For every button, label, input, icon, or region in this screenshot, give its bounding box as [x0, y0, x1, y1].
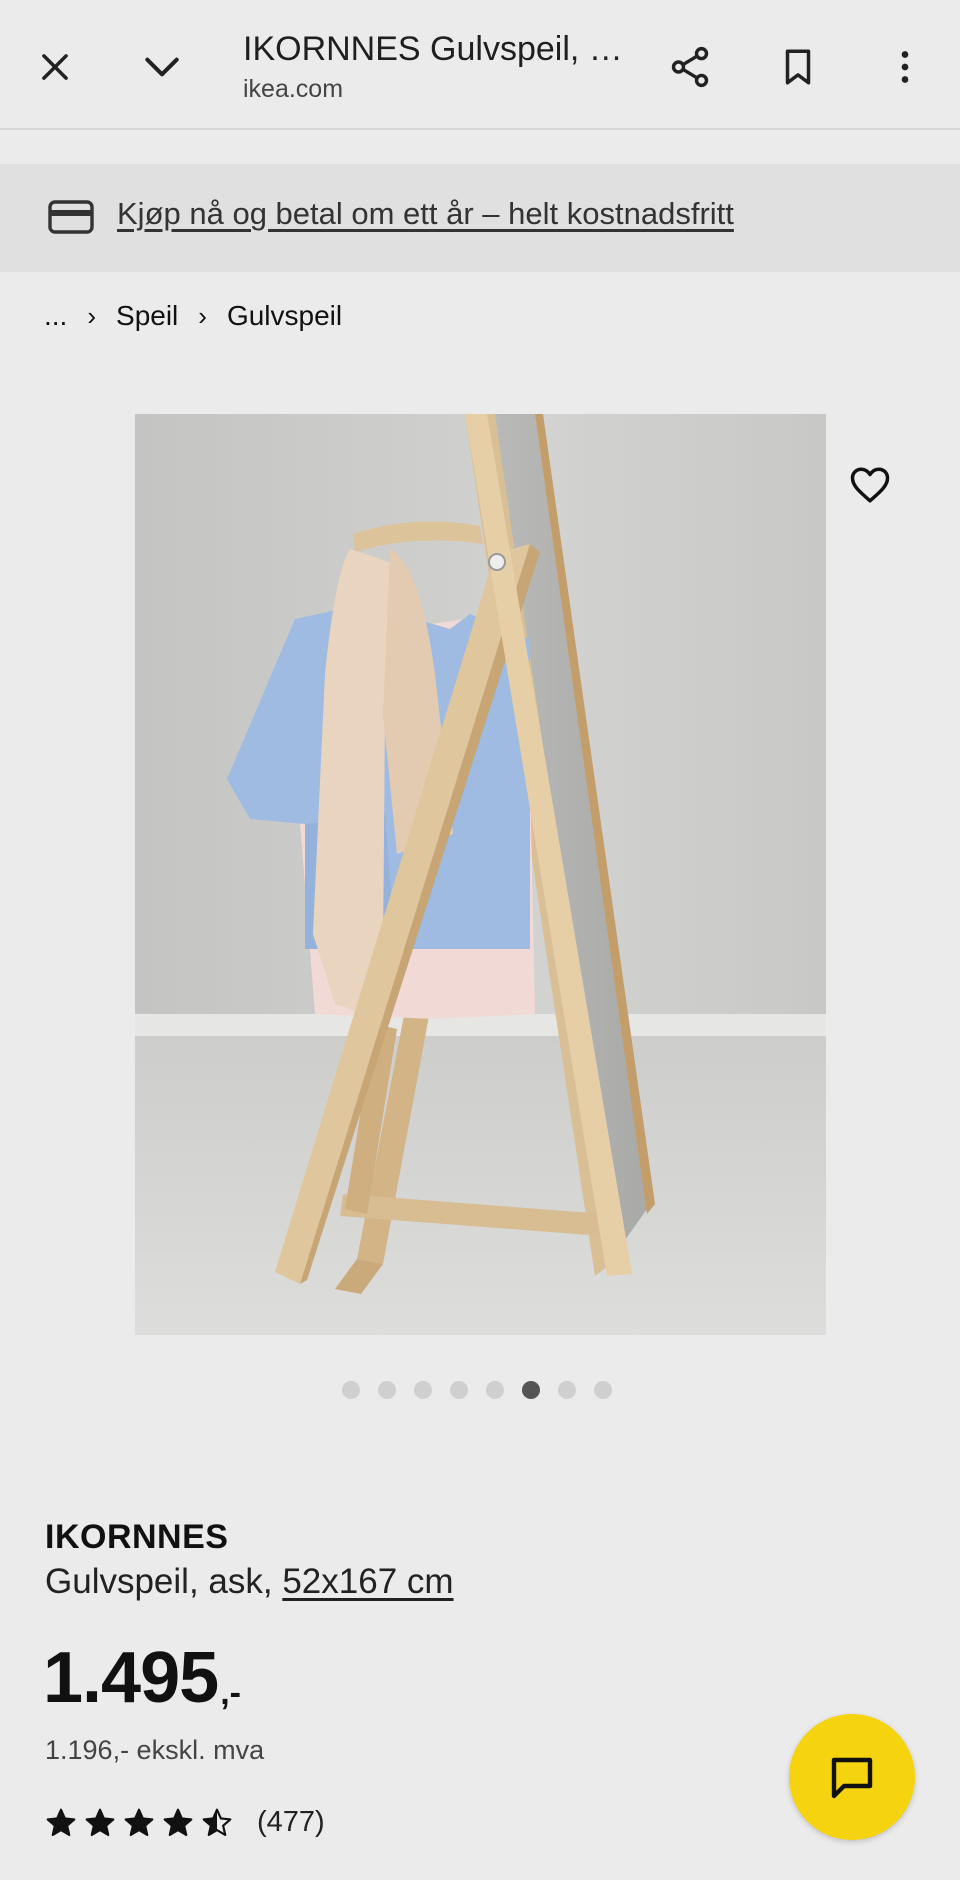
page-title: IKORNNES Gulvspeil, ask, 52x167 cm: [243, 30, 633, 68]
chevron-down-icon: [145, 57, 179, 77]
page-title-area[interactable]: IKORNNES Gulvspeil, ask, 52x167 cm ikea.…: [243, 28, 633, 106]
price-value: 1.495: [43, 1638, 219, 1718]
payment-promo-banner[interactable]: Kjøp nå og betal om ett år – helt kostna…: [0, 164, 960, 272]
more-button[interactable]: [870, 32, 940, 102]
chat-icon: [831, 1757, 873, 1799]
star-full-icon: [85, 1808, 115, 1836]
star-full-icon: [163, 1808, 193, 1836]
breadcrumb-separator: ›: [87, 300, 97, 331]
share-button[interactable]: [655, 32, 725, 102]
carousel-dot[interactable]: [342, 1381, 360, 1399]
page-url: ikea.com: [243, 75, 344, 103]
chat-button[interactable]: [789, 1714, 915, 1840]
breadcrumb-separator: ›: [198, 300, 207, 331]
product-size-link[interactable]: 52x167 cm: [282, 1562, 453, 1601]
product-price: 1.495 ,-: [43, 1638, 241, 1718]
favorite-button[interactable]: [845, 460, 895, 510]
star-full-icon: [124, 1808, 154, 1836]
product-brand: IKORNNES: [45, 1518, 229, 1556]
star-full-icon: [46, 1808, 76, 1836]
carousel-dot[interactable]: [378, 1381, 396, 1399]
carousel-dot[interactable]: [594, 1381, 612, 1399]
star-half-icon: [202, 1808, 232, 1836]
review-count: (477): [257, 1806, 325, 1838]
product-type: Gulvspeil, ask,: [45, 1562, 273, 1601]
breadcrumb-item-speil[interactable]: Speil: [116, 300, 178, 332]
rating-stars: [45, 1807, 233, 1839]
breadcrumb-ellipsis[interactable]: ...: [44, 300, 67, 332]
promo-link[interactable]: Kjøp nå og betal om ett år – helt kostna…: [117, 196, 734, 232]
product-description: Gulvspeil, ask, 52x167 cm: [45, 1562, 454, 1602]
minimize-button[interactable]: [127, 32, 197, 102]
carousel-dot[interactable]: [558, 1381, 576, 1399]
product-image[interactable]: [135, 414, 826, 1335]
carousel-dot[interactable]: [522, 1381, 540, 1399]
breadcrumb-item-gulvspeil[interactable]: Gulvspeil: [227, 300, 342, 332]
carousel-dot[interactable]: [450, 1381, 468, 1399]
close-icon: [42, 54, 68, 80]
breadcrumb: ... › Speil › Gulvspeil: [44, 300, 342, 332]
bookmark-button[interactable]: [763, 32, 833, 102]
carousel-dot[interactable]: [414, 1381, 432, 1399]
price-suffix: ,-: [220, 1674, 241, 1712]
carousel-dots: [342, 1381, 612, 1399]
more-vert-icon: [901, 51, 909, 83]
price-ex-vat: 1.196,- ekskl. mva: [45, 1735, 265, 1765]
share-icon: [671, 46, 709, 88]
close-button[interactable]: [20, 32, 90, 102]
product-rating[interactable]: (477): [45, 1806, 325, 1839]
heart-icon: [850, 467, 890, 503]
mirror-illustration: [135, 414, 826, 1335]
credit-card-icon: [48, 200, 94, 234]
carousel-dot[interactable]: [486, 1381, 504, 1399]
bookmark-icon: [785, 49, 811, 85]
browser-toolbar: IKORNNES Gulvspeil, ask, 52x167 cm ikea.…: [0, 0, 960, 130]
